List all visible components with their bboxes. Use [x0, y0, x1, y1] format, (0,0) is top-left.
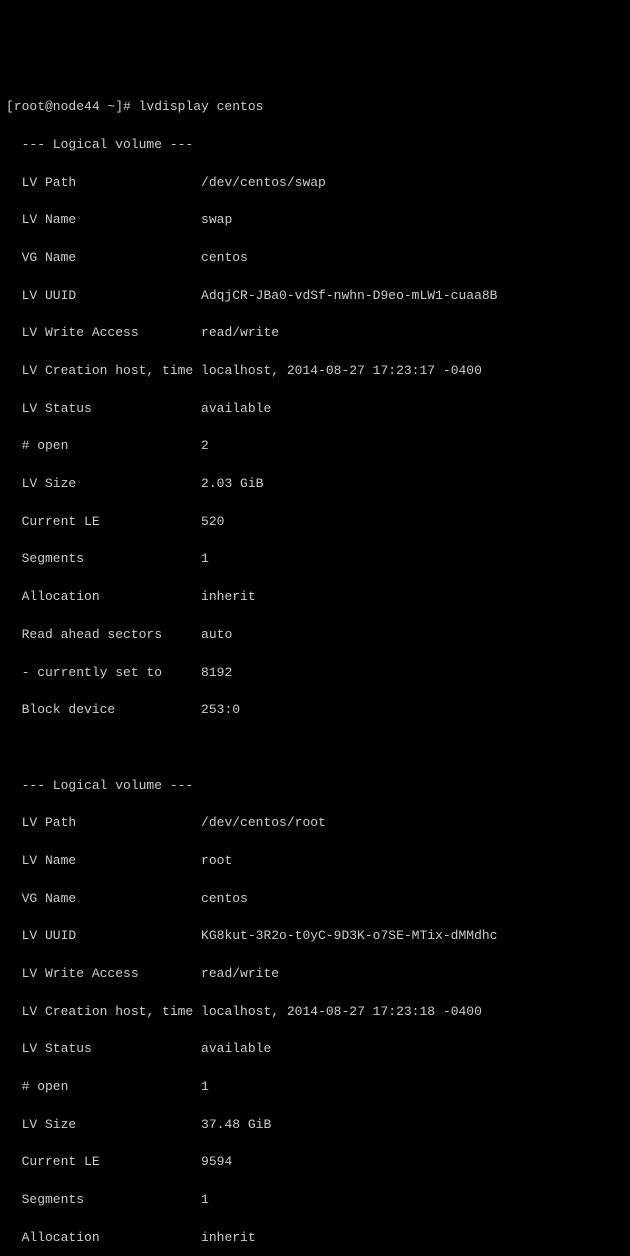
value: 8192: [193, 665, 232, 680]
section-header: --- Logical volume ---: [6, 777, 624, 796]
label: Segments: [6, 1192, 193, 1207]
label: LV Creation host, time: [6, 363, 201, 378]
label: LV Path: [6, 175, 193, 190]
value: root: [193, 853, 232, 868]
row: LV Path /dev/centos/root: [6, 814, 624, 833]
value: KG8kut-3R2o-t0yC-9D3K-o7SE-MTix-dMMdhc: [193, 928, 497, 943]
label: Allocation: [6, 1230, 193, 1245]
value: 1: [193, 1192, 209, 1207]
label: VG Name: [6, 250, 193, 265]
value: AdqjCR-JBa0-vdSf-nwhn-D9eo-mLW1-cuaa8B: [193, 288, 497, 303]
value: inherit: [193, 1230, 255, 1245]
row: LV Path /dev/centos/swap: [6, 174, 624, 193]
value: 1: [193, 551, 209, 566]
label: LV Status: [6, 1041, 193, 1056]
value: 253:0: [193, 702, 240, 717]
value: inherit: [193, 589, 255, 604]
value: available: [193, 401, 271, 416]
row: LV Write Access read/write: [6, 324, 624, 343]
value: /dev/centos/root: [193, 815, 326, 830]
prompt-line: [root@node44 ~]# lvdisplay centos: [6, 98, 624, 117]
label: Current LE: [6, 1154, 193, 1169]
value: centos: [193, 891, 248, 906]
row: - currently set to 8192: [6, 664, 624, 683]
row: Current LE 9594: [6, 1153, 624, 1172]
label: LV Size: [6, 476, 193, 491]
blank-line: [6, 739, 624, 758]
label: LV Write Access: [6, 325, 193, 340]
value: read/write: [193, 325, 279, 340]
label: LV Size: [6, 1117, 193, 1132]
row: LV UUID KG8kut-3R2o-t0yC-9D3K-o7SE-MTix-…: [6, 927, 624, 946]
row: VG Name centos: [6, 249, 624, 268]
row: LV Size 37.48 GiB: [6, 1116, 624, 1135]
row: # open 2: [6, 437, 624, 456]
row: LV Name root: [6, 852, 624, 871]
row: Segments 1: [6, 550, 624, 569]
label: # open: [6, 438, 193, 453]
label: Allocation: [6, 589, 193, 604]
value: auto: [193, 627, 232, 642]
value: localhost, 2014-08-27 17:23:17 -0400: [201, 363, 482, 378]
row: LV Size 2.03 GiB: [6, 475, 624, 494]
value: 37.48 GiB: [193, 1117, 271, 1132]
terminal-output: [root@node44 ~]# lvdisplay centos --- Lo…: [6, 79, 624, 1256]
value: /dev/centos/swap: [193, 175, 326, 190]
row: Current LE 520: [6, 513, 624, 532]
row: LV Name swap: [6, 211, 624, 230]
value: 520: [193, 514, 224, 529]
row: Segments 1: [6, 1191, 624, 1210]
value: centos: [193, 250, 248, 265]
label: # open: [6, 1079, 193, 1094]
label: LV UUID: [6, 288, 193, 303]
label: Segments: [6, 551, 193, 566]
label: VG Name: [6, 891, 193, 906]
label: LV Name: [6, 853, 193, 868]
row: Allocation inherit: [6, 1229, 624, 1248]
row: LV Creation host, time localhost, 2014-0…: [6, 1003, 624, 1022]
section-header: --- Logical volume ---: [6, 136, 624, 155]
value: swap: [193, 212, 232, 227]
row: LV Status available: [6, 400, 624, 419]
value: 1: [193, 1079, 209, 1094]
row: LV UUID AdqjCR-JBa0-vdSf-nwhn-D9eo-mLW1-…: [6, 287, 624, 306]
value: read/write: [193, 966, 279, 981]
row: Allocation inherit: [6, 588, 624, 607]
value: 9594: [193, 1154, 232, 1169]
label: - currently set to: [6, 665, 193, 680]
label: LV Path: [6, 815, 193, 830]
value: 2: [193, 438, 209, 453]
label: Current LE: [6, 514, 193, 529]
label: LV Creation host, time: [6, 1004, 201, 1019]
value: available: [193, 1041, 271, 1056]
label: LV UUID: [6, 928, 193, 943]
row: Read ahead sectors auto: [6, 626, 624, 645]
value: localhost, 2014-08-27 17:23:18 -0400: [201, 1004, 482, 1019]
label: Read ahead sectors: [6, 627, 193, 642]
value: 2.03 GiB: [193, 476, 263, 491]
row: LV Status available: [6, 1040, 624, 1059]
row: LV Write Access read/write: [6, 965, 624, 984]
row: LV Creation host, time localhost, 2014-0…: [6, 362, 624, 381]
label: LV Name: [6, 212, 193, 227]
row: # open 1: [6, 1078, 624, 1097]
label: LV Status: [6, 401, 193, 416]
label: LV Write Access: [6, 966, 193, 981]
row: Block device 253:0: [6, 701, 624, 720]
label: Block device: [6, 702, 193, 717]
row: VG Name centos: [6, 890, 624, 909]
